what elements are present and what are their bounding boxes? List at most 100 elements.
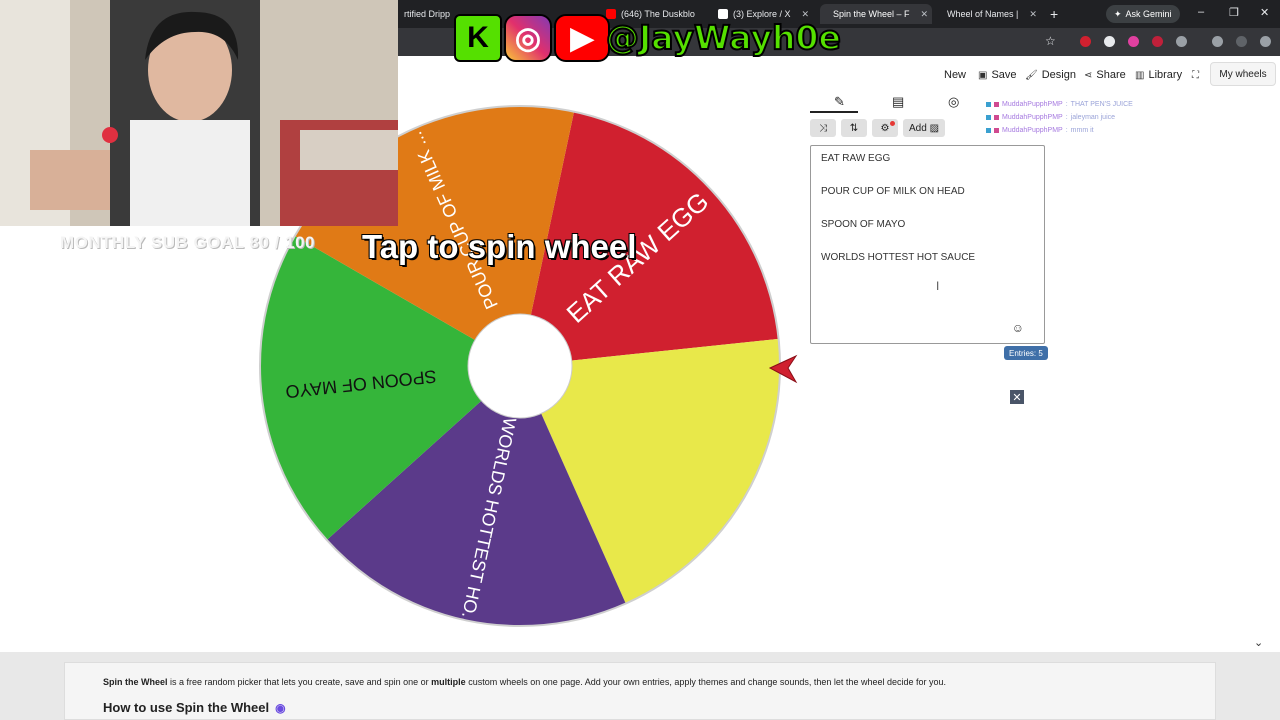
intro-paragraph: Spin the Wheel is a free random picker t… [103,677,946,687]
results-clipboard-icon[interactable]: ▤ [892,94,904,110]
bookmark-star-icon[interactable]: ☆ [1045,34,1056,48]
tab-label: Wheel of Names | [947,9,1019,19]
chat-text: THAT PEN'S JUICE [1070,101,1133,108]
close-window-button[interactable]: ✕ [1260,6,1269,19]
menu-dots-icon[interactable] [1260,36,1271,47]
text-cursor-icon: I [936,279,940,293]
social-logos: K ◎ ▶ [454,14,610,62]
chat-badge-icon [986,102,991,107]
library-button[interactable]: ▥ Library [1135,66,1182,84]
entry-line: SPOON OF MAYO [821,219,906,230]
extension-icon[interactable] [1080,36,1091,47]
active-tab-indicator [810,111,858,113]
media-icon[interactable] [1212,36,1223,47]
entry-line: EAT RAW EGG [821,153,891,164]
shuffle-icon: ⤨ [819,122,827,134]
sort-icon: ⇅ [849,122,859,134]
chat-username: MuddahPupphPMP [1002,114,1063,121]
hide-eye-icon[interactable]: ◎ [948,94,959,110]
browser-tab-1[interactable]: rtified Dripp [396,4,458,24]
share-label: Share [1096,69,1126,81]
share-button[interactable]: ⋖ Share [1084,66,1126,84]
chevron-down-icon[interactable]: ⌄ [1254,636,1263,649]
chat-badge-icon [994,115,999,120]
sort-button[interactable]: ⇅ [841,119,867,137]
entries-count-badge: Entries: 5 [1004,346,1048,360]
chat-username: MuddahPupphPMP [1002,101,1063,108]
settings-button[interactable]: ⚙ [872,119,898,137]
intro-text-end: custom wheels on one page. Add your own … [465,677,946,687]
ask-gemini-button[interactable]: ✦ Ask Gemini [1106,5,1180,23]
close-tab-icon[interactable]: ✕ [921,9,929,20]
chat-text: mmm it [1070,127,1094,134]
extension-icon[interactable] [1152,36,1163,47]
chat-badge-icon [994,128,999,133]
chat-message: MuddahPupphPMP : THAT PEN'S JUICE [986,98,1133,111]
chat-message: MuddahPupphPMP : mmm it [986,124,1133,137]
new-tab-button[interactable]: + [1050,6,1058,22]
tab-label: Spin the Wheel – F [833,9,910,19]
extension-icon[interactable] [1104,36,1115,47]
gemini-label: Ask Gemini [1125,9,1172,19]
stream-chat-overlay: MuddahPupphPMP : THAT PEN'S JUICE Muddah… [986,98,1133,137]
image-icon: ▨ [929,122,940,134]
instagram-logo-icon: ◎ [504,14,552,62]
gemini-sparkle-icon: ✦ [1114,8,1122,19]
chat-text: jaleyman juice [1070,114,1116,121]
webcam-overlay [0,0,398,226]
fullscreen-button[interactable]: ⛶ [1192,66,1199,84]
swirl-icon: ◉ [275,700,286,715]
intro-text: is a free random picker that lets you cr… [167,677,432,687]
close-tab-icon[interactable]: ✕ [1029,9,1037,20]
emoji-picker-icon[interactable]: ☺ [1012,321,1024,335]
youtube-logo-icon: ▶ [554,14,610,62]
save-button[interactable]: ▣ Save [978,66,1017,84]
minimize-button[interactable]: – [1198,6,1204,18]
entry-line: POUR CUP OF MILK ON HEAD [821,186,965,197]
new-button[interactable]: New [944,66,966,84]
heading-text: How to use Spin the Wheel [103,700,270,715]
extensions-puzzle-icon[interactable] [1176,36,1187,47]
library-books-icon: ▥ [1135,69,1145,81]
add-image-label: Add [909,122,927,134]
panel-tabs: ✎ ▤ ◎ [810,92,974,112]
chat-badge-icon [986,128,991,133]
edit-pencil-icon[interactable]: ✎ [834,94,845,110]
chat-badge-icon [986,115,991,120]
save-disk-icon: ▣ [978,69,988,81]
my-wheels-button[interactable]: My wheels [1210,62,1276,86]
how-to-heading: How to use Spin the Wheel ◉ [103,700,286,715]
profile-avatar[interactable] [1236,36,1247,47]
expand-icon: ⛶ [1192,69,1199,81]
share-icon: ⋖ [1084,69,1093,81]
chat-badge-icon [994,102,999,107]
sub-goal-text: MONTHLY SUB GOAL 80 / 100 [60,233,315,252]
intro-bold: Spin the Wheel [103,677,168,687]
shuffle-button[interactable]: ⤨ [810,119,836,137]
screen: rtified Dripp (646) The Duskblo (3) Expl… [0,0,1280,720]
tap-to-spin-overlay[interactable]: Tap to spin wheel [362,228,636,266]
intro-bold-multiple: multiple [431,677,466,687]
new-label: New [944,69,967,81]
wheel-center-hub[interactable] [467,313,573,419]
entries-textarea[interactable]: EAT RAW EGG POUR CUP OF MILK ON HEAD SPO… [810,145,1045,344]
browser-tab-5[interactable]: Wheel of Names | ✕ [934,4,1044,24]
notification-dot [890,121,895,126]
add-image-button[interactable]: Add ▨ [903,119,946,137]
chat-username: MuddahPupphPMP [1002,127,1063,134]
restore-button[interactable]: ❐ [1229,6,1239,19]
close-button[interactable]: ✕ [1010,390,1024,404]
webcam-scene [0,0,398,226]
entry-tools: ⤨ ⇅ ⚙ Add ▨ [810,119,946,137]
chat-message: MuddahPupphPMP : jaleyman juice [986,111,1133,124]
streamer-handle: @JayWayh0e [605,17,842,58]
paintbrush-icon: 🖌 [1025,69,1038,81]
extension-icon[interactable] [1128,36,1139,47]
entry-line: WORLDS HOTTEST HOT SAUCE [821,252,976,263]
save-label: Save [991,69,1017,81]
kick-logo-icon: K [454,14,502,62]
design-button[interactable]: 🖌 Design [1025,66,1076,84]
library-label: Library [1148,69,1183,81]
design-label: Design [1041,69,1076,81]
tab-label: rtified Dripp [404,9,451,19]
